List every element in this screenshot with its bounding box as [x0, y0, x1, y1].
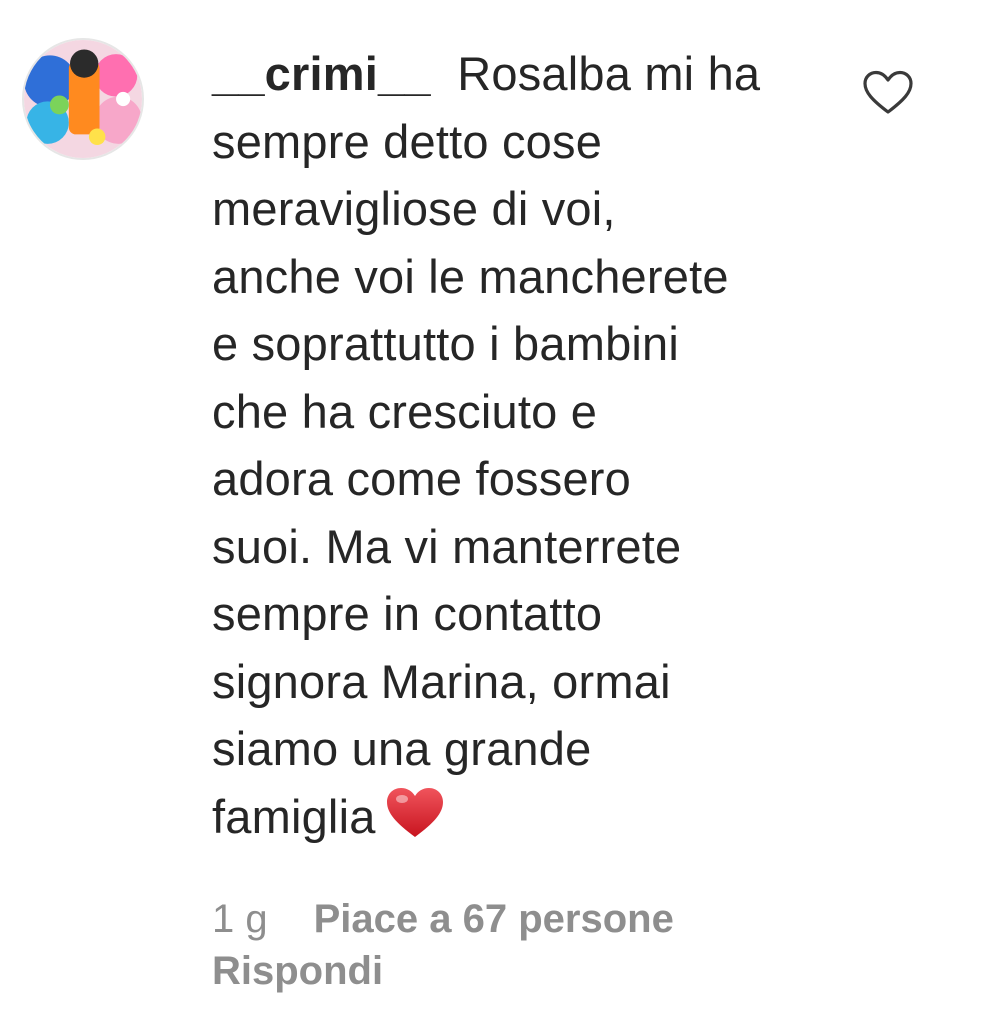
comment-text-line: adora come fossero [212, 452, 631, 505]
comment-text-line: che ha cresciuto e [212, 384, 598, 438]
avatar-image [24, 40, 142, 158]
heart-outline-icon [863, 70, 913, 114]
comment-text-line: sempre in contatto [212, 587, 603, 640]
comment-text-line: e soprattutto i bambini [212, 317, 680, 370]
likes-count-link[interactable]: Piace a 67 persone [314, 897, 674, 941]
comment-text-line: meravigliose di voi, [212, 182, 616, 235]
comment-meta: 1 g Piace a 67 persone [212, 893, 674, 945]
like-button[interactable] [862, 70, 914, 116]
red-heart-emoji-icon [386, 787, 444, 839]
comment-line-1: __crimi__ Rosalba mi ha [212, 40, 832, 108]
comment-text-line: sempre detto cose [212, 114, 603, 168]
username-link[interactable]: __crimi__ [212, 47, 431, 100]
comment-text-line: signora Marina, ormai [212, 654, 671, 708]
comment-last-line: famiglia [212, 783, 832, 851]
comment: __crimi__ Rosalba mi ha sempre detto cos… [0, 0, 993, 1024]
avatar[interactable] [22, 38, 144, 160]
comment-text-line: siamo una grande [212, 722, 592, 775]
comment-text-line: anche voi le mancherete [212, 249, 729, 303]
comment-time: 1 g [212, 897, 268, 941]
reply-button[interactable]: Rispondi [212, 945, 383, 997]
comment-text-line: Rosalba mi ha [457, 47, 761, 100]
comment-text-line: suoi. Ma vi manterrete [212, 519, 682, 573]
comment-text-line: famiglia [212, 789, 376, 843]
comment-text: __crimi__ Rosalba mi ha sempre detto cos… [212, 40, 832, 850]
